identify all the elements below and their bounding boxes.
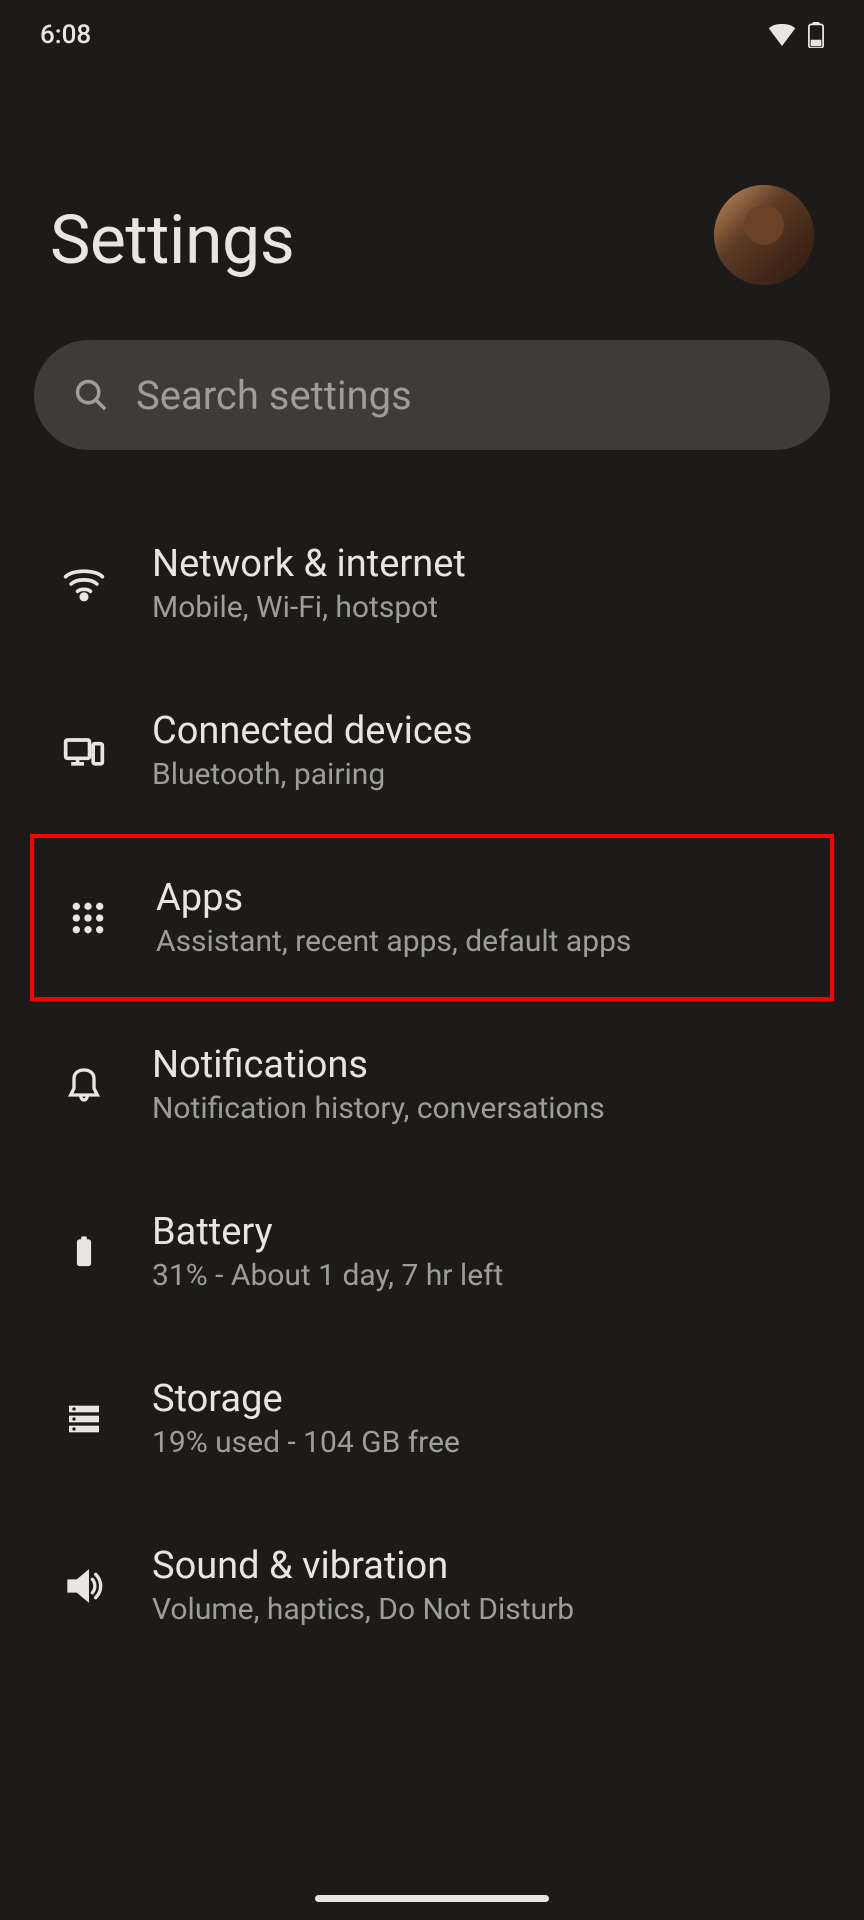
item-subtitle: 31% - About 1 day, 7 hr left — [152, 1258, 814, 1293]
item-subtitle: 19% used - 104 GB free — [152, 1425, 814, 1460]
wifi-icon — [768, 24, 796, 46]
status-bar: 6:08 — [0, 0, 864, 70]
item-subtitle: Mobile, Wi-Fi, hotspot — [152, 590, 814, 625]
settings-item-apps[interactable]: Apps Assistant, recent apps, default app… — [30, 834, 834, 1001]
item-title: Notifications — [152, 1043, 814, 1087]
item-title: Battery — [152, 1210, 814, 1254]
header: Settings — [0, 70, 864, 310]
avatar[interactable] — [714, 185, 814, 285]
item-title: Connected devices — [152, 709, 814, 753]
item-title: Apps — [156, 876, 810, 920]
wifi-icon — [60, 560, 108, 608]
item-title: Network & internet — [152, 542, 814, 586]
item-subtitle: Notification history, conversations — [152, 1091, 814, 1126]
devices-icon — [60, 727, 108, 775]
settings-item-storage[interactable]: Storage 19% used - 104 GB free — [0, 1335, 864, 1502]
search-placeholder: Search settings — [136, 372, 412, 419]
battery-icon — [60, 1228, 108, 1276]
item-title: Sound & vibration — [152, 1544, 814, 1588]
item-subtitle: Volume, haptics, Do Not Disturb — [152, 1592, 814, 1627]
status-time: 6:08 — [40, 20, 91, 50]
bell-icon — [60, 1061, 108, 1109]
settings-item-network[interactable]: Network & internet Mobile, Wi-Fi, hotspo… — [0, 500, 864, 667]
storage-icon — [60, 1395, 108, 1443]
settings-list: Network & internet Mobile, Wi-Fi, hotspo… — [0, 500, 864, 1669]
search-bar[interactable]: Search settings — [34, 340, 830, 450]
search-icon — [74, 378, 108, 412]
item-subtitle: Assistant, recent apps, default apps — [156, 924, 810, 959]
page-title: Settings — [50, 200, 814, 280]
settings-item-battery[interactable]: Battery 31% - About 1 day, 7 hr left — [0, 1168, 864, 1335]
item-title: Storage — [152, 1377, 814, 1421]
settings-item-connected-devices[interactable]: Connected devices Bluetooth, pairing — [0, 667, 864, 834]
navigation-handle[interactable] — [315, 1895, 549, 1902]
volume-icon — [60, 1562, 108, 1610]
status-icons — [768, 22, 824, 48]
battery-icon — [808, 22, 824, 48]
item-subtitle: Bluetooth, pairing — [152, 757, 814, 792]
settings-item-notifications[interactable]: Notifications Notification history, conv… — [0, 1001, 864, 1168]
search-container: Search settings — [34, 340, 830, 450]
apps-icon — [64, 894, 112, 942]
settings-item-sound[interactable]: Sound & vibration Volume, haptics, Do No… — [0, 1502, 864, 1669]
